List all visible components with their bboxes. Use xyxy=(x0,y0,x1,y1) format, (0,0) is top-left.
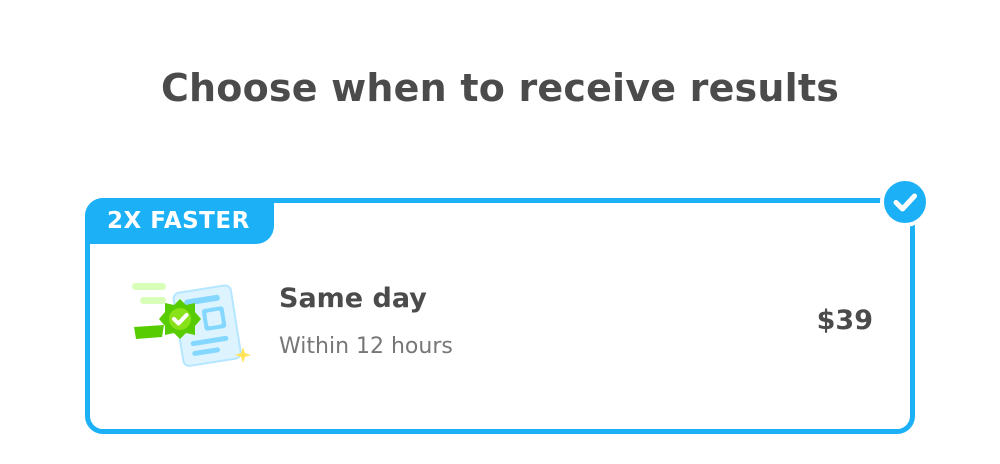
check-icon xyxy=(880,177,930,227)
option-subtitle: Within 12 hours xyxy=(279,334,453,359)
option-title: Same day xyxy=(279,283,427,314)
same-day-option-card[interactable]: 2X FASTER Same day Within 12 hours $39 xyxy=(85,177,930,434)
page-title: Choose when to receive results xyxy=(160,66,840,110)
faster-badge: 2X FASTER xyxy=(85,198,274,244)
option-price: $39 xyxy=(816,305,873,336)
fast-certificate-icon xyxy=(130,275,260,375)
